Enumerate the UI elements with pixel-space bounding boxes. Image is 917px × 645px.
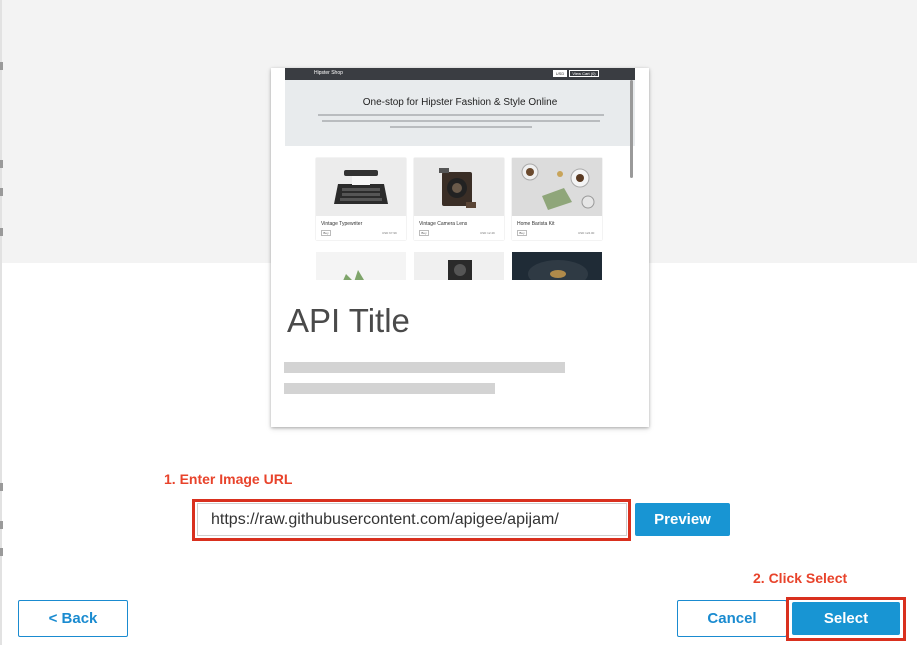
- shop-tagline-line: [322, 120, 600, 122]
- product-price: USD 67.99: [382, 231, 397, 235]
- barista-kit-image: [512, 158, 602, 216]
- product-name: Home Barista Kit: [517, 221, 555, 227]
- film-camera-image: [414, 252, 504, 280]
- left-edge-mark: [0, 228, 3, 236]
- left-edge-mark: [0, 62, 3, 70]
- product-name: Vintage Typewriter: [321, 221, 363, 227]
- camera-image: [414, 158, 504, 216]
- cancel-button[interactable]: Cancel: [677, 600, 787, 637]
- api-card-image: Hipster Shop USD View Cart (0) One-stop …: [271, 68, 649, 280]
- description-placeholder-line: [284, 383, 495, 394]
- api-preview-card: Hipster Shop USD View Cart (0) One-stop …: [271, 68, 649, 427]
- description-placeholder-line: [284, 362, 565, 373]
- left-edge-mark: [0, 483, 3, 491]
- preview-button[interactable]: Preview: [635, 503, 730, 536]
- shop-tagline-line: [390, 126, 532, 128]
- left-edge-mark: [0, 188, 3, 196]
- product-buy-button: Buy: [321, 230, 331, 236]
- shop-currency-select: USD: [553, 70, 567, 77]
- product-buy-button: Buy: [419, 230, 429, 236]
- back-button[interactable]: < Back: [18, 600, 128, 637]
- product-price: USD 12.49: [480, 231, 495, 235]
- shop-scrollbar: [630, 80, 633, 178]
- shop-product-card: Vintage Typewriter Buy USD 67.99: [316, 158, 406, 240]
- left-edge-mark: [0, 521, 3, 529]
- shop-hero: One-stop for Hipster Fashion & Style Onl…: [285, 80, 635, 146]
- api-title: API Title: [287, 302, 410, 339]
- step2-annotation: 2. Click Select: [753, 570, 848, 586]
- left-edge-mark: [0, 548, 3, 556]
- typewriter-image: [316, 158, 406, 216]
- plant-image: [316, 252, 406, 280]
- shop-brand: Hipster Shop: [314, 70, 343, 76]
- shop-nav-bar: Hipster Shop USD View Cart (0): [285, 68, 635, 80]
- select-button[interactable]: Select: [792, 602, 900, 635]
- shop-screenshot: Hipster Shop USD View Cart (0) One-stop …: [285, 68, 635, 280]
- shop-tagline-line: [318, 114, 604, 116]
- shop-product-card: Home Barista Kit Buy USD 124.00: [512, 158, 602, 240]
- image-url-input[interactable]: [197, 503, 627, 536]
- product-buy-button: Buy: [517, 230, 527, 236]
- record-player-image: [512, 252, 602, 280]
- shop-product-card: Vintage Camera Lens Buy USD 12.49: [414, 158, 504, 240]
- left-edge-mark: [0, 160, 3, 168]
- step1-annotation: 1. Enter Image URL: [164, 471, 293, 487]
- shop-cart-link: View Cart (0): [569, 70, 599, 77]
- product-name: Vintage Camera Lens: [419, 221, 468, 227]
- product-price: USD 124.00: [578, 231, 595, 235]
- api-card-body: API Title: [271, 280, 649, 427]
- shop-headline: One-stop for Hipster Fashion & Style Onl…: [362, 97, 558, 108]
